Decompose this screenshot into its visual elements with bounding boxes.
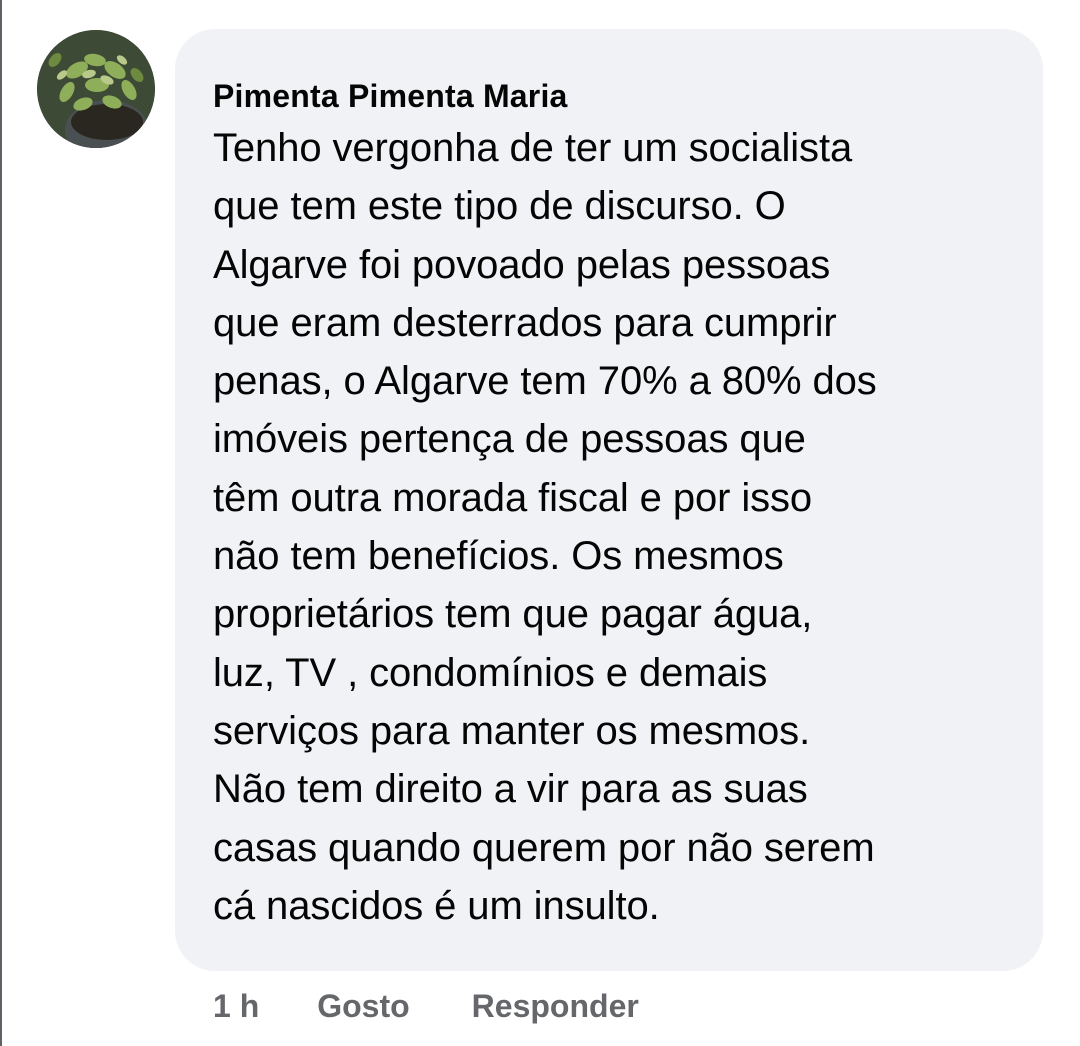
comment-text-line: Algarve foi povoado pelas pessoas [213,242,831,287]
reply-button[interactable]: Responder [472,988,639,1025]
comment-text-line: imóveis pertença de pessoas que [213,417,806,462]
comment-text-line: Não tem direito a vir para as suas [213,767,808,812]
comment-text: Tenho vergonha de ter um socialista que … [213,119,1023,935]
comment-text-line: casas quando querem por não serem [213,825,875,870]
left-divider [0,0,2,1046]
comment-bubble: Pimenta Pimenta Maria Tenho vergonha de … [175,29,1043,971]
comment-text-line: cá nascidos é um insulto. [213,883,660,928]
comment-text-line: que eram desterrados para cumprir [213,300,837,345]
comment-text-line: têm outra morada fiscal e por isso [213,475,813,520]
comment-text-line: penas, o Algarve tem 70% a 80% dos [213,359,877,404]
like-button[interactable]: Gosto [317,988,409,1025]
comment-text-line: não tem benefícios. Os mesmos [213,534,784,579]
comment-text-line: que tem este tipo de discurso. O [213,184,786,229]
comment-text-line: luz, TV , condomínios e demais [213,650,768,695]
comment-text-line: proprietários tem que pagar água, [213,592,813,637]
comment-author[interactable]: Pimenta Pimenta Maria [213,77,1023,115]
comment-text-line: serviços para manter os mesmos. [213,708,811,753]
comment-timestamp[interactable]: 1 h [213,988,259,1025]
avatar-plant-image [37,30,155,148]
comment-text-line: Tenho vergonha de ter um socialista [213,126,853,170]
comment-actions: 1 h Gosto Responder [213,984,639,1028]
avatar[interactable] [37,30,155,148]
